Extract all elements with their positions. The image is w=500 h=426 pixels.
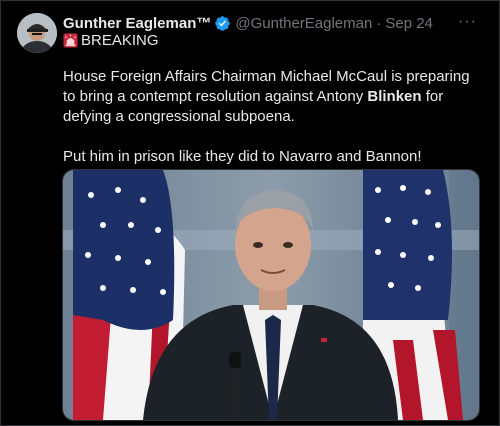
timestamp[interactable]: Sep 24: [385, 15, 433, 32]
separator-dot: ·: [376, 14, 382, 32]
tweet-paragraph-2: Put him in prison like they did to Navar…: [63, 148, 422, 165]
more-options-icon[interactable]: ···: [458, 13, 477, 31]
avatar[interactable]: [17, 13, 57, 53]
display-name[interactable]: Gunther Eagleman™: [63, 15, 211, 32]
breaking-label: BREAKING: [81, 32, 159, 49]
handle[interactable]: @GuntherEagleman: [235, 15, 372, 32]
verified-badge-icon[interactable]: [214, 15, 231, 32]
tweet-card[interactable]: Gunther Eagleman™ @GuntherEagleman · Sep…: [0, 0, 500, 426]
tweet-header: Gunther Eagleman™ @GuntherEagleman · Sep…: [63, 13, 433, 33]
siren-emoji-icon: [63, 33, 78, 48]
breaking-line: BREAKING: [63, 32, 159, 49]
tweet-paragraph-1: House Foreign Affairs Chairman Michael M…: [63, 67, 483, 127]
tweet-photo[interactable]: [62, 169, 480, 421]
highlighted-name: Blinken: [367, 88, 422, 105]
